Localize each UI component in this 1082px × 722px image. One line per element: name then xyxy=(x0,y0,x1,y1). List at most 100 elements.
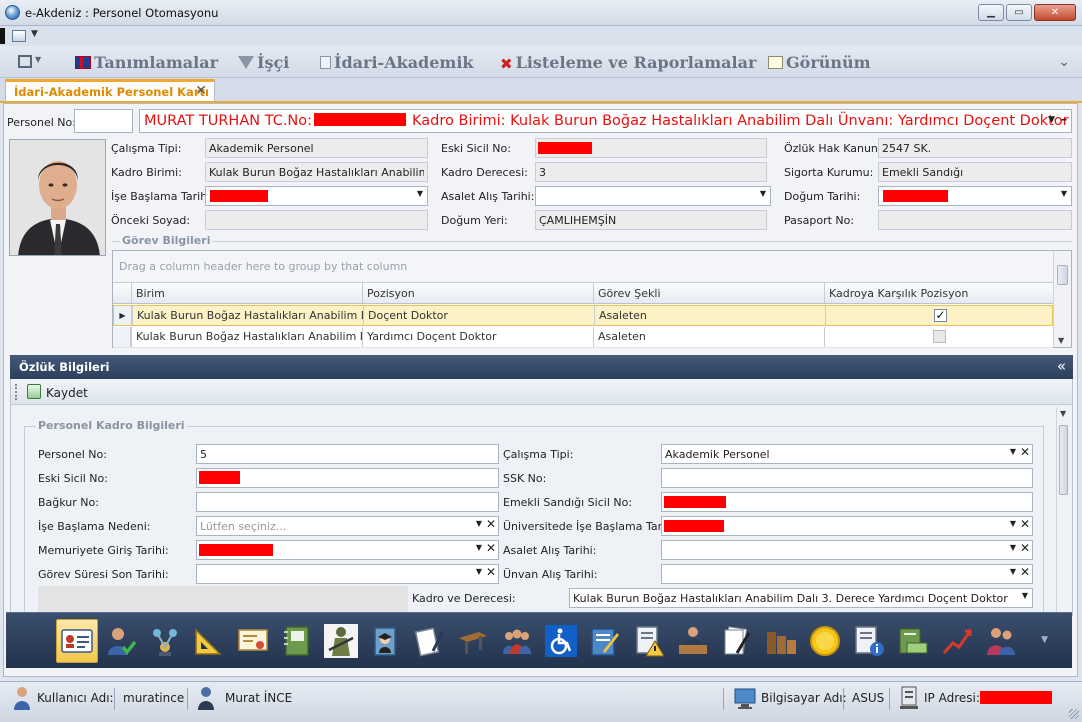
menu-idari-akademik[interactable]: İdari-Akademik xyxy=(320,53,474,72)
ssk-input[interactable] xyxy=(661,468,1033,488)
gorev-suresi-date[interactable]: ▼ ✕ xyxy=(196,564,499,584)
archive-icon[interactable] xyxy=(760,619,802,663)
user-check-icon[interactable] xyxy=(100,619,142,663)
universite-date[interactable]: ▼ ✕ xyxy=(661,516,1033,536)
column-header-pozisyon[interactable]: Pozisyon xyxy=(362,283,593,303)
oz-personel-no-input[interactable]: 5 xyxy=(196,444,499,464)
info-doc-icon[interactable] xyxy=(848,619,890,663)
money-icon[interactable] xyxy=(892,619,934,663)
memuriyet-date[interactable]: ▼ ✕ xyxy=(196,540,499,560)
close-button[interactable]: ✕ xyxy=(1034,4,1076,21)
group-by-panel[interactable]: Drag a column header here to group by th… xyxy=(113,251,1053,283)
clear-x-icon[interactable]: ✕ xyxy=(486,541,496,555)
chevron-down-icon[interactable]: ▼ xyxy=(476,543,482,552)
ruler-icon[interactable] xyxy=(188,619,230,663)
emekli-sicil-input[interactable] xyxy=(661,492,1033,512)
growth-chart-icon[interactable] xyxy=(936,619,978,663)
clear-x-icon[interactable]: ✕ xyxy=(1020,517,1030,531)
chevron-down-icon[interactable]: ▼ xyxy=(760,189,766,198)
chevron-down-icon[interactable]: ▼ xyxy=(1061,189,1067,198)
id-card-icon[interactable] xyxy=(56,619,98,663)
oz-calisma-tipi-select[interactable]: Akademik Personel ▼ ✕ xyxy=(661,444,1033,464)
resize-grip-icon[interactable] xyxy=(1069,709,1079,719)
quick-access-dropdown-icon[interactable]: ▼ xyxy=(31,29,38,39)
ise-baslama-nedeni-select[interactable]: Lütfen seçiniz... ▼ ✕ xyxy=(196,516,499,536)
module-dock: ▼ xyxy=(6,612,1072,668)
personel-selector[interactable]: MURAT TURHAN TC.No: Kadro Birimi: Kulak B… xyxy=(139,109,1072,133)
kadro-derece-select[interactable]: Kulak Burun Boğaz Hastalıkları Anabilim … xyxy=(569,588,1033,608)
asalet-date[interactable]: ▼ xyxy=(535,186,771,206)
soldier-icon[interactable] xyxy=(320,619,362,663)
clear-x-icon[interactable]: ✕ xyxy=(1020,445,1030,459)
dogum-tarihi-date[interactable]: ▼ xyxy=(878,186,1072,206)
column-header-kadroya-karsilik[interactable]: Kadroya Karşılık Pozisyon xyxy=(824,283,1053,303)
ozluk-scrollbar[interactable]: ▼ xyxy=(1056,407,1070,613)
scroll-down-icon[interactable]: ▼ xyxy=(1060,409,1066,418)
chevron-down-icon[interactable]: ▼ xyxy=(1022,591,1028,600)
quick-access-icon[interactable] xyxy=(12,30,26,42)
scroll-down-icon[interactable]: ▼ xyxy=(1058,336,1064,345)
collapse-double-chevron-icon[interactable]: « xyxy=(1057,357,1066,375)
menu-isci[interactable]: İşçi xyxy=(238,53,289,72)
clear-icon[interactable]: – xyxy=(1061,112,1067,126)
scroll-thumb[interactable] xyxy=(1059,425,1068,495)
ribbon-collapse-icon[interactable]: ⌄ xyxy=(1058,54,1070,70)
chevron-down-icon[interactable]: ▼ xyxy=(1010,567,1016,576)
graduate-book-icon[interactable] xyxy=(364,619,406,663)
desk-worker-icon[interactable] xyxy=(672,619,714,663)
maximize-button[interactable]: ▭ xyxy=(1006,4,1032,21)
toolbar-grip-icon[interactable] xyxy=(15,384,17,400)
column-header-gorev-sekli[interactable]: Görev Şekli xyxy=(593,283,824,303)
sidebar-dropdown-icon[interactable]: ▼ xyxy=(35,55,41,64)
signing-icon[interactable] xyxy=(408,619,450,663)
clear-x-icon[interactable]: ✕ xyxy=(1020,565,1030,579)
clear-x-icon[interactable]: ✕ xyxy=(486,517,496,531)
chevron-down-icon[interactable]: ▼ xyxy=(417,189,423,198)
dock-more-icon[interactable]: ▼ xyxy=(1041,635,1048,645)
paper-stack-icon[interactable] xyxy=(716,619,758,663)
bagkur-input[interactable] xyxy=(196,492,499,512)
tab-close-icon[interactable]: ✕ xyxy=(195,83,207,99)
tab-personel-karti[interactable]: İdari-Akademik Personel Kartı ✕ xyxy=(5,79,215,102)
oz-asalet-date[interactable]: ▼ ✕ xyxy=(661,540,1033,560)
menu-tanimlamalar[interactable]: Tanımlamalar xyxy=(75,53,218,72)
menu-listeleme[interactable]: ✖ Listeleme ve Raporlamalar xyxy=(500,53,756,73)
calisma-tipi-field: Akademik Personel xyxy=(205,138,428,158)
edit-doc-icon[interactable] xyxy=(584,619,626,663)
family-icon[interactable] xyxy=(980,619,1022,663)
grid-scrollbar[interactable]: ▼ xyxy=(1053,251,1071,347)
minimize-button[interactable]: ▁ xyxy=(978,4,1004,21)
table-row[interactable]: ▶ Kulak Burun Boğaz Hastalıkları Anabili… xyxy=(113,305,1053,326)
gorev-grid[interactable]: Drag a column header here to group by th… xyxy=(112,250,1072,348)
redacted-universite xyxy=(664,520,724,532)
kadroya-checkbox-unchecked[interactable] xyxy=(933,330,946,343)
ise-baslama-date[interactable]: ▼ xyxy=(205,186,428,206)
school-desk-icon[interactable] xyxy=(452,619,494,663)
status-separator xyxy=(843,688,844,710)
notebook-icon[interactable] xyxy=(276,619,318,663)
unvan-date[interactable]: ▼ ✕ xyxy=(661,564,1033,584)
warning-doc-icon[interactable] xyxy=(628,619,670,663)
chevron-down-icon[interactable]: ▼ xyxy=(476,519,482,528)
chevron-down-icon[interactable]: ▼ xyxy=(1010,543,1016,552)
clear-x-icon[interactable]: ✕ xyxy=(486,565,496,579)
column-header-birim[interactable]: Birim xyxy=(131,283,362,303)
kadroya-checkbox-checked[interactable]: ✓ xyxy=(934,309,947,322)
oz-eski-sicil-input[interactable] xyxy=(196,468,499,488)
table-row[interactable]: Kulak Burun Boğaz Hastalıkları Anabilim … xyxy=(113,327,1053,348)
certificate-icon[interactable] xyxy=(232,619,274,663)
personel-no-input[interactable] xyxy=(74,109,133,133)
clear-x-icon[interactable]: ✕ xyxy=(1020,541,1030,555)
wheelchair-icon[interactable] xyxy=(540,619,582,663)
chevron-down-icon[interactable]: ▼ xyxy=(1048,115,1055,125)
scroll-thumb[interactable] xyxy=(1057,265,1068,285)
chevron-down-icon[interactable]: ▼ xyxy=(476,567,482,576)
ozluk-toolbar: Kaydet xyxy=(11,379,1072,405)
network-icon[interactable] xyxy=(144,619,186,663)
chevron-down-icon[interactable]: ▼ xyxy=(1010,519,1016,528)
menu-gorunum[interactable]: Görünüm xyxy=(768,53,871,72)
chevron-down-icon[interactable]: ▼ xyxy=(1010,447,1016,456)
gold-coin-icon[interactable] xyxy=(804,619,846,663)
group-icon[interactable] xyxy=(496,619,538,663)
sidebar-toggle-icon[interactable] xyxy=(18,55,32,68)
